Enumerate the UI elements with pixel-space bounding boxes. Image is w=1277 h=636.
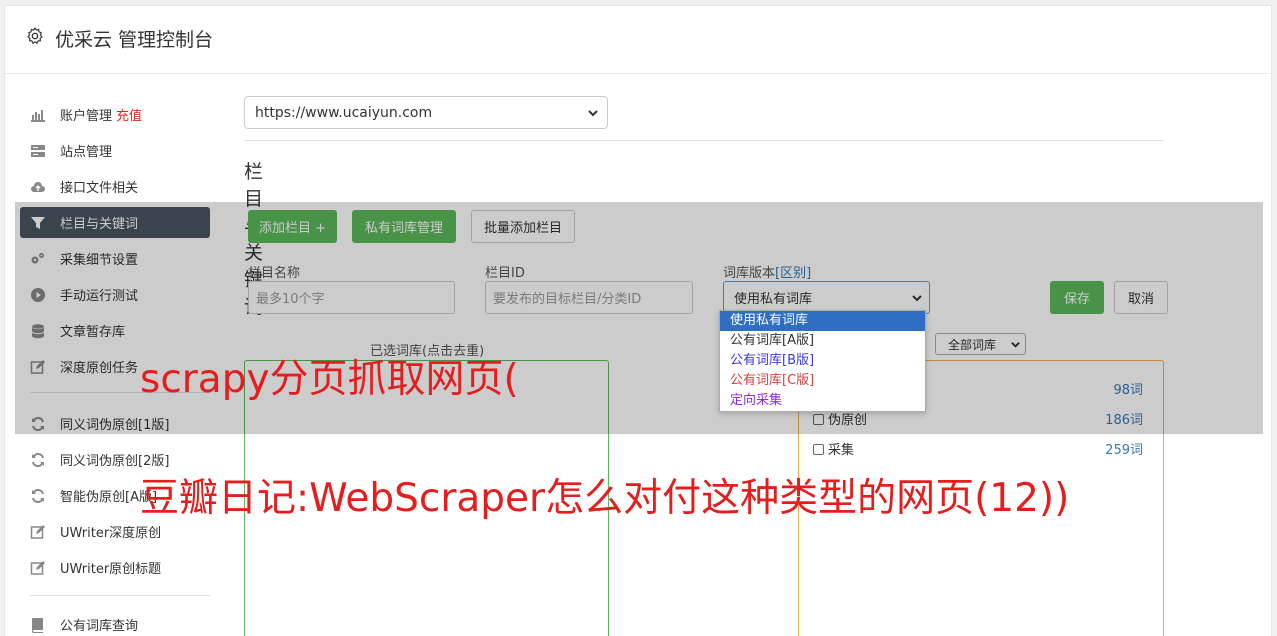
bar-chart-icon (31, 109, 45, 122)
dropdown-option[interactable]: 公有词库[A版] (720, 331, 925, 351)
sidebar-item-uwriter-title[interactable]: UWriter原创标题 (20, 552, 210, 583)
sidebar-item-label: UWriter深度原创 (60, 526, 162, 541)
checkbox[interactable] (813, 444, 824, 455)
dropdown-option[interactable]: 定向采集 (720, 391, 925, 411)
site-select-value: https://www.ucaiyun.com (255, 104, 433, 121)
lib-name: 采集 (828, 443, 855, 458)
sidebar-item-label: 账户管理 (60, 109, 113, 124)
chevron-down-icon (588, 110, 598, 117)
page-title: 优采云 管理控制台 (55, 29, 214, 51)
dropdown-option[interactable]: 公有词库[C版] (720, 371, 925, 391)
lib-row[interactable]: 采集 259词 (813, 439, 1143, 458)
edit-icon (30, 560, 45, 575)
sidebar-item-public-lib-query[interactable]: 公有词库查询 (20, 609, 210, 636)
edit-icon (30, 524, 45, 539)
sidebar-item-label: 公有词库查询 (60, 619, 139, 634)
watermark-line-1: scrapy分页抓取网页( (140, 357, 519, 402)
gear-icon (27, 27, 43, 44)
sidebar-item-label: 接口文件相关 (60, 181, 139, 196)
site-select[interactable]: https://www.ucaiyun.com (244, 96, 608, 129)
book-icon (32, 617, 43, 633)
sidebar-item-sites[interactable]: 站点管理 (20, 135, 210, 166)
divider (244, 140, 1164, 141)
lib-version-dropdown: 使用私有词库 公有词库[A版] 公有词库[B版] 公有词库[C版] 定向采集 (719, 310, 926, 412)
refresh-icon (32, 452, 44, 467)
sidebar-divider (30, 595, 210, 596)
refresh-icon (32, 488, 44, 503)
watermark-line-2: 豆瓣日记:WebScraper怎么对付这种类型的网页(12)) (140, 476, 1070, 521)
cloud-upload-icon (31, 181, 45, 192)
header: 优采云 管理控制台 (5, 6, 1273, 74)
sidebar-item-account[interactable]: 账户管理 充值 (20, 99, 210, 130)
sidebar-item-label: 站点管理 (60, 145, 113, 160)
sidebar-item-label: UWriter原创标题 (60, 562, 162, 577)
recharge-link[interactable]: 充值 (116, 105, 142, 124)
dropdown-option[interactable]: 公有词库[B版] (720, 351, 925, 371)
dropdown-option[interactable]: 使用私有词库 (720, 311, 925, 331)
lib-count: 259词 (1105, 443, 1143, 458)
server-icon (31, 144, 45, 157)
sidebar-item-interface[interactable]: 接口文件相关 (20, 171, 210, 202)
